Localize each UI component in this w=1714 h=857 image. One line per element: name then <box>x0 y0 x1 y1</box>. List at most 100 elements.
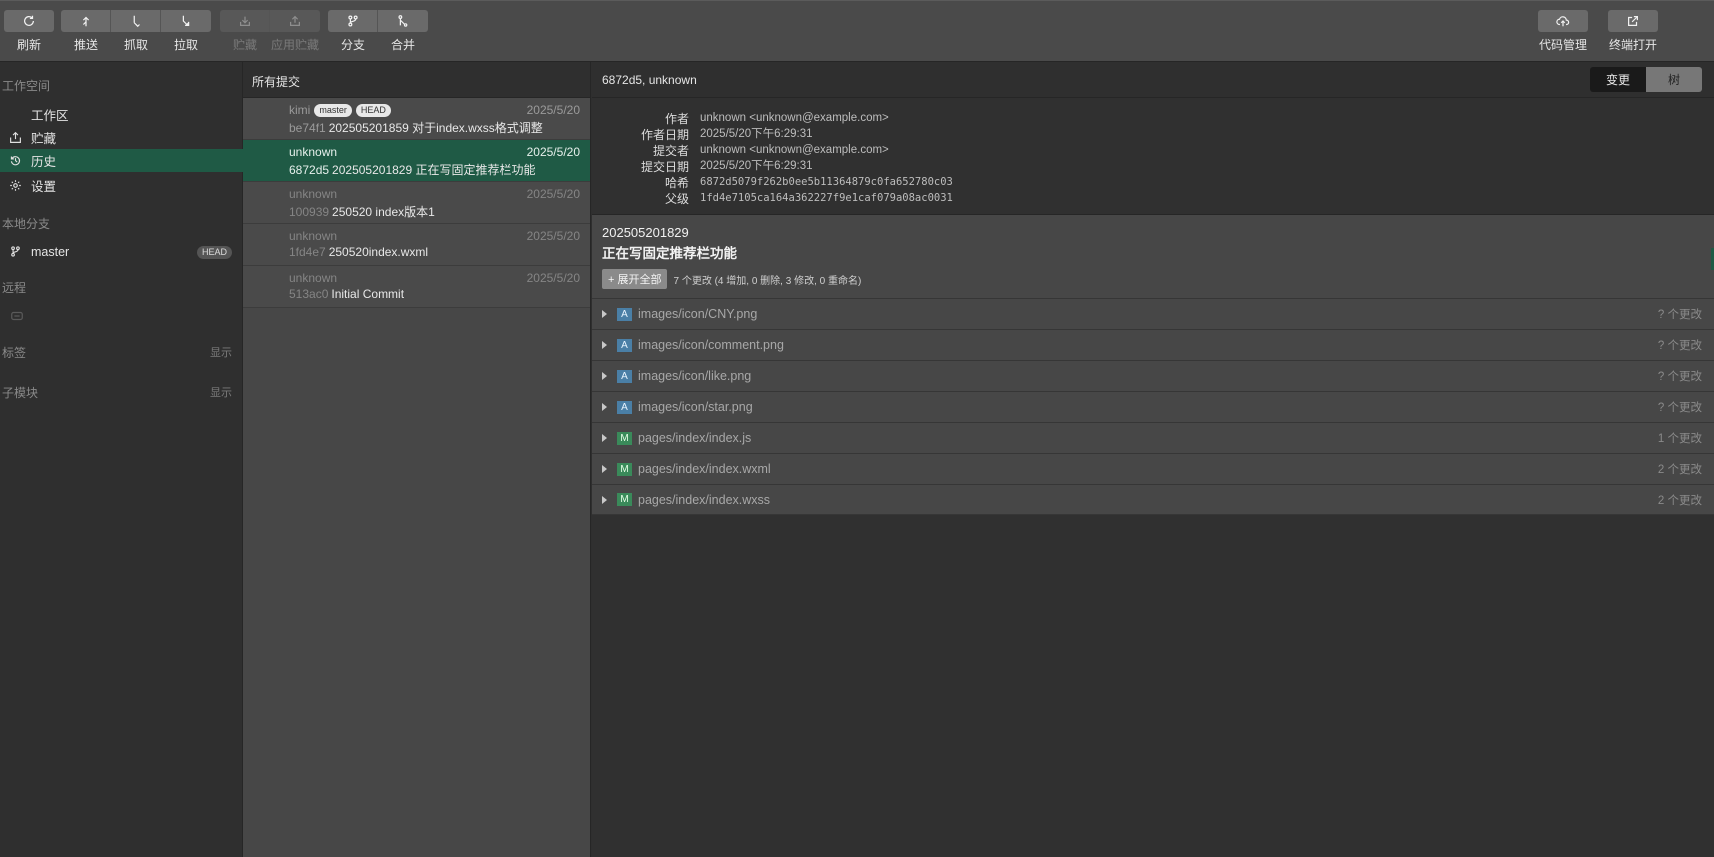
commit-title-line2: 正在写固定推荐栏功能 <box>602 246 737 261</box>
expand-all-button[interactable]: + 展开全部 <box>602 269 668 289</box>
commit-detail-panel: 6872d5, unknown 变更 树 作者 unknown <unknown@… <box>592 62 1714 857</box>
submodules-show-toggle[interactable]: 显示 <box>210 384 232 400</box>
status-added-icon: A <box>617 307 632 321</box>
commit-message: 250520index.wxml <box>328 245 429 259</box>
branch-group: 分支 合并 <box>328 10 428 53</box>
meta-parent: 父级 1fd4e7105ca164a362227f9e1caf079a08ac00… <box>592 190 1714 206</box>
commit-message: 250520 index版本1 <box>332 205 435 219</box>
view-toggle: 变更 树 <box>1590 67 1702 92</box>
file-row[interactable]: Aimages/icon/like.png ? 个更改 <box>592 360 1714 391</box>
submodules-title: 子模块 <box>2 386 39 400</box>
sidebar-item-label: 历史 <box>31 155 57 169</box>
apply-stash-icon <box>290 15 300 26</box>
meta-author-date: 作者日期 2025/5/20下午6:29:31 <box>592 126 1714 142</box>
commit-hash: be74f1 <box>289 121 326 135</box>
head-badge: HEAD <box>355 103 391 117</box>
meta-value[interactable]: 6872d5079f262b0ee5b11364879c0fa652780c03 <box>700 174 953 190</box>
terminal-group: 终端打开 <box>1608 10 1658 53</box>
expand-arrow-icon <box>602 495 607 504</box>
apply-stash-label: 应用贮藏 <box>270 38 319 52</box>
external-link-icon <box>1628 16 1638 26</box>
refresh-icon <box>24 15 34 26</box>
file-row[interactable]: Aimages/icon/CNY.png ? 个更改 <box>592 298 1714 329</box>
history-icon <box>10 156 21 166</box>
commit-row[interactable]: unknown 2025/5/20 513ac0 Initial Commit <box>243 266 590 308</box>
sidebar-item-stash[interactable]: 贮藏 <box>0 126 243 149</box>
branch-name: master <box>31 244 70 259</box>
branch-badge: master <box>314 103 352 117</box>
meta-value: unknown <unknown@example.com> <box>700 144 889 156</box>
sidebar-item-settings[interactable]: 设置 <box>0 174 243 197</box>
open-terminal-button[interactable]: 终端打开 <box>1608 10 1658 53</box>
commit-hash: 1fd4e7 <box>289 245 326 259</box>
commit-hash: 100939 <box>289 205 330 219</box>
commit-date: 2025/5/20 <box>526 187 580 201</box>
branch-icon <box>11 246 20 257</box>
push-button[interactable]: 推送 <box>61 10 111 53</box>
fetch-button[interactable]: 抓取 <box>111 10 161 53</box>
status-added-icon: A <box>617 369 632 383</box>
branch-item-master[interactable]: master HEAD <box>0 240 243 263</box>
expand-arrow-icon <box>602 372 607 380</box>
merge-button[interactable]: 合并 <box>378 10 428 53</box>
meta-key: 作者 <box>664 112 689 126</box>
merge-icon <box>398 15 408 27</box>
status-modified-icon: M <box>617 493 632 506</box>
commit-message: Initial Commit <box>331 287 405 301</box>
pull-button[interactable]: 拉取 <box>161 10 211 53</box>
commit-row-selected[interactable]: unknown 2025/5/20 6872d5 202505201829 正在写… <box>243 140 590 182</box>
branch-button[interactable]: 分支 <box>328 10 378 53</box>
workspace-title: 工作空间 <box>2 79 51 93</box>
file-row[interactable]: Mpages/index/index.wxml 2 个更改 <box>592 453 1714 484</box>
refresh-group: 刷新 <box>4 10 54 53</box>
meta-value: 2025/5/20下午6:29:31 <box>700 128 813 140</box>
meta-author: 作者 unknown <unknown@example.com> <box>592 110 1714 126</box>
commit-row[interactable]: unknown 2025/5/20 1fd4e7 250520index.wxml <box>243 224 590 266</box>
stash-group: 贮藏 应用贮藏 <box>220 10 320 53</box>
refresh-button[interactable]: 刷新 <box>4 10 54 53</box>
tab-tree[interactable]: 树 <box>1646 67 1702 92</box>
file-path: images/icon/star.png <box>638 400 753 414</box>
commit-row[interactable]: unknown 2025/5/20 100939 250520 index版本1 <box>243 182 590 224</box>
open-terminal-label: 终端打开 <box>1608 38 1657 52</box>
expand-arrow-icon <box>602 341 607 349</box>
file-row[interactable]: Mpages/index/index.js 1 个更改 <box>592 422 1714 453</box>
meta-key: 提交者 <box>652 144 689 158</box>
file-row[interactable]: Aimages/icon/comment.png ? 个更改 <box>592 329 1714 360</box>
pull-label: 拉取 <box>173 38 198 52</box>
fetch-label: 抓取 <box>123 38 148 52</box>
stash-button[interactable]: 贮藏 <box>220 10 270 53</box>
file-row[interactable]: Mpages/index/index.wxss 2 个更改 <box>592 484 1714 515</box>
meta-key: 作者日期 <box>640 128 689 142</box>
head-badge: HEAD <box>196 246 232 259</box>
toolbar: 刷新 推送 抓取 拉取 贮藏 应用贮藏 分支 合并 代码管理 终端打开 <box>0 0 1714 62</box>
file-change-count: ? 个更改 <box>1657 371 1702 383</box>
commit-row[interactable]: kimi master HEAD 2025/5/20 be74f1 2025052… <box>243 98 590 140</box>
commit-meta: 作者 unknown <unknown@example.com> 作者日期 2025… <box>592 98 1714 270</box>
cloud-upload-icon <box>1556 16 1570 27</box>
code-manage-label: 代码管理 <box>1538 38 1587 52</box>
commit-summary: 202505201829 正在写固定推荐栏功能 + 展开全部 7 个更改 (4 … <box>592 214 1714 298</box>
stash-label: 贮藏 <box>232 38 257 52</box>
meta-value[interactable]: 1fd4e7105ca164a362227f9e1caf079a08ac0031 <box>700 190 953 206</box>
meta-key: 哈希 <box>664 176 689 190</box>
sidebar-item-label: 设置 <box>31 180 57 194</box>
stash-icon <box>10 131 21 143</box>
meta-hash: 哈希 6872d5079f262b0ee5b11364879c0fa652780c… <box>592 174 1714 190</box>
file-row[interactable]: Aimages/icon/star.png ? 个更改 <box>592 391 1714 422</box>
tags-show-toggle[interactable]: 显示 <box>210 344 232 360</box>
refresh-label: 刷新 <box>16 38 41 52</box>
apply-stash-button[interactable]: 应用贮藏 <box>270 10 320 53</box>
sidebar-item-history[interactable]: 历史 <box>0 149 243 172</box>
fetch-icon <box>133 15 140 28</box>
meta-committer: 提交者 unknown <unknown@example.com> <box>592 142 1714 158</box>
file-change-count: ? 个更改 <box>1657 309 1702 321</box>
expand-arrow-icon <box>602 434 607 442</box>
expand-arrow-icon <box>602 465 607 473</box>
file-change-count: 2 个更改 <box>1657 464 1702 476</box>
stash-icon <box>239 16 250 26</box>
commit-list-panel: 所有提交 kimi master HEAD 2025/5/20 be74f1 20… <box>243 62 591 857</box>
tab-changes[interactable]: 变更 <box>1590 67 1646 92</box>
code-manage-button[interactable]: 代码管理 <box>1538 10 1588 53</box>
sidebar-item-workspace[interactable]: 工作区 <box>0 103 243 126</box>
